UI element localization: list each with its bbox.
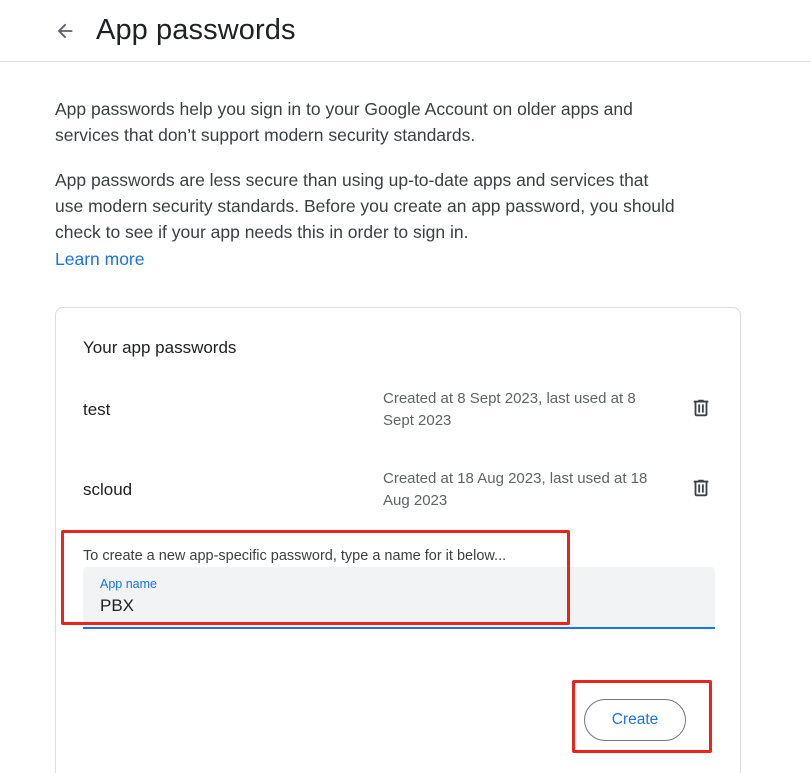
app-passwords-page: App passwords App passwords help you sig… bbox=[0, 0, 811, 773]
password-row: scloud Created at 18 Aug 2023, last used… bbox=[56, 466, 740, 526]
delete-password-button[interactable] bbox=[685, 472, 717, 504]
intro-paragraph-2: App passwords are less secure than using… bbox=[55, 170, 675, 242]
trash-icon bbox=[693, 399, 709, 417]
intro-paragraph-1: App passwords help you sign in to your G… bbox=[55, 99, 633, 145]
page-title: App passwords bbox=[96, 14, 296, 46]
password-meta: Created at 8 Sept 2023, last used at 8 S… bbox=[383, 390, 636, 429]
password-row: test Created at 8 Sept 2023, last used a… bbox=[56, 386, 740, 446]
arrow-back-icon bbox=[57, 23, 73, 39]
create-button[interactable]: Create bbox=[584, 699, 686, 741]
app-name-label: App name bbox=[100, 577, 157, 591]
password-name: test bbox=[83, 400, 111, 419]
create-hint: To create a new app-specific password, t… bbox=[83, 548, 507, 564]
learn-more-link[interactable]: Learn more bbox=[55, 246, 145, 272]
app-name-input[interactable] bbox=[100, 593, 700, 619]
app-name-field[interactable]: App name bbox=[83, 567, 715, 629]
password-meta: Created at 18 Aug 2023, last used at 18 … bbox=[383, 470, 648, 509]
delete-password-button[interactable] bbox=[685, 392, 717, 424]
app-passwords-card: Your app passwords test Created at 8 Sep… bbox=[55, 307, 741, 773]
card-title: Your app passwords bbox=[83, 338, 237, 357]
trash-icon bbox=[693, 479, 709, 497]
back-button[interactable] bbox=[48, 14, 82, 48]
page-header: App passwords bbox=[0, 0, 811, 62]
password-name: scloud bbox=[83, 480, 133, 499]
